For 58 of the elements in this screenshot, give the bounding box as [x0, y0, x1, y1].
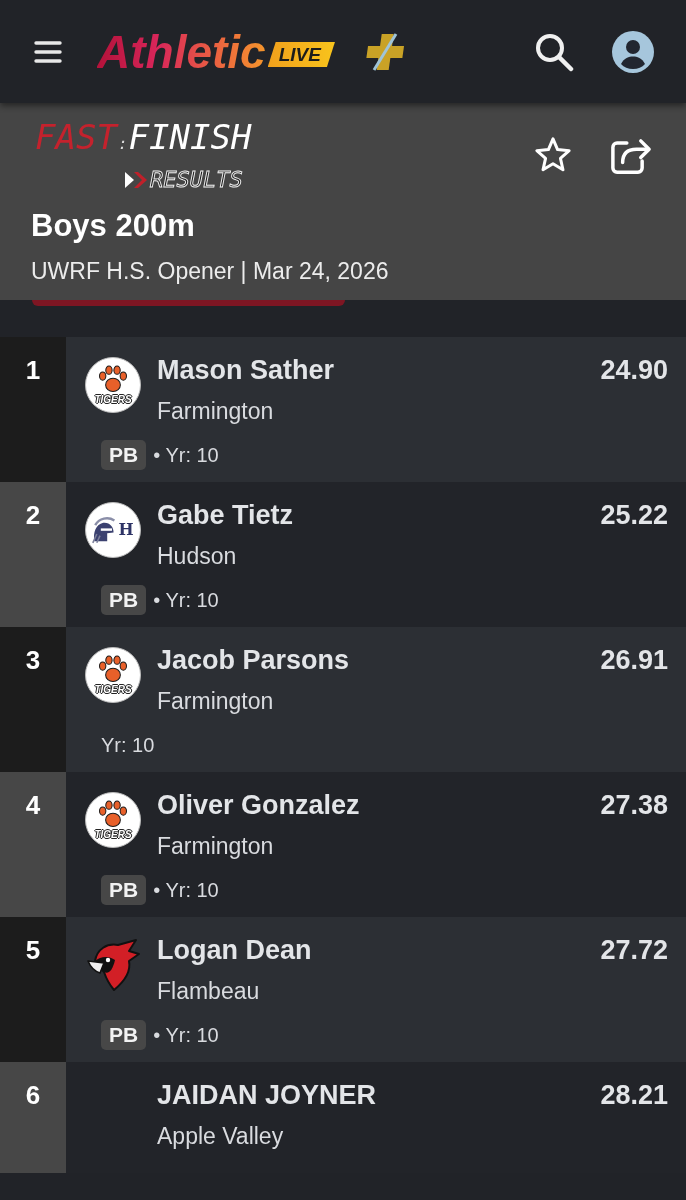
paw-icon — [98, 365, 128, 393]
place-cell: 3 — [0, 627, 66, 772]
result-time: 25.22 — [600, 499, 668, 532]
logo-text: TIGERS — [94, 394, 132, 405]
place-cell: 5 — [0, 917, 66, 1062]
menu-icon[interactable] — [34, 40, 62, 63]
place-cell: 4 — [0, 772, 66, 917]
athlete-year: Yr: 10 — [101, 733, 155, 758]
helmet-icon — [92, 516, 117, 544]
athlete-year: • Yr: 10 — [153, 878, 219, 903]
athlete-year: • Yr: 10 — [153, 588, 219, 613]
result-row[interactable]: 5 Logan Dean Flambeau 27.72 PB • Yr: 10 — [0, 917, 686, 1062]
pb-badge: PB — [101, 585, 147, 615]
brand-word: FINISH — [128, 117, 252, 157]
team-name: Flambeau — [157, 977, 261, 1006]
athlete-year: • Yr: 10 — [153, 1023, 219, 1048]
result-time: 27.38 — [600, 789, 668, 822]
paw-icon — [98, 800, 128, 828]
live-badge: LIVE — [267, 42, 335, 67]
result-time: 24.90 — [600, 354, 668, 387]
avatar-icon[interactable] — [612, 30, 654, 73]
bird-head-icon — [85, 937, 141, 993]
athlete-name: Gabe Tietz — [157, 499, 295, 532]
event-title: Boys 200m — [31, 207, 196, 245]
brand-tagline: RESULTS — [150, 167, 243, 193]
event-subtitle: UWRF H.S. Opener | Mar 24, 2026 — [31, 257, 390, 286]
team-name: Farmington — [157, 687, 275, 716]
pb-badge: PB — [101, 875, 147, 905]
result-time: 26.91 — [600, 644, 668, 677]
pb-badge: PB — [101, 1020, 147, 1050]
team-name: Farmington — [157, 832, 275, 861]
brand-separator: : — [117, 134, 128, 155]
place-cell: 2 — [0, 482, 66, 627]
play-arrows-icon — [125, 172, 147, 188]
search-icon[interactable] — [534, 31, 574, 72]
logo-text: TIGERS — [94, 829, 132, 840]
athlete-name: Logan Dean — [157, 934, 313, 967]
result-row[interactable]: 1 TIGERS Mason Sather Farmington 24.90 PB • Yr: 10 — [0, 337, 686, 482]
pb-badge: PB — [101, 440, 147, 470]
favorite-star-icon[interactable] — [534, 136, 572, 174]
athlete-name: JAIDAN JOYNER — [157, 1079, 378, 1112]
paw-icon — [98, 655, 128, 683]
athlete-name: Jacob Parsons — [157, 644, 351, 677]
athlete-name: Oliver Gonzalez — [157, 789, 361, 822]
result-time: 27.72 — [600, 934, 668, 967]
result-row[interactable]: 3 TIGERS Jacob Parsons Farmington 26.91 Yr: 10 — [0, 627, 686, 772]
team-name: Hudson — [157, 542, 238, 571]
team-name: Farmington — [157, 397, 275, 426]
result-time: 28.21 — [600, 1079, 668, 1112]
team-name: Apple Valley — [157, 1122, 285, 1151]
brand-word: FAST — [35, 117, 117, 157]
place-cell: 6 — [0, 1062, 66, 1173]
place-cell: 1 — [0, 337, 66, 482]
logo-text: TIGERS — [94, 684, 132, 695]
athlete-year: • Yr: 10 — [153, 443, 219, 468]
plus-icon[interactable] — [364, 31, 405, 72]
logo-text: H — [118, 521, 134, 539]
athlete-name: Mason Sather — [157, 354, 336, 387]
